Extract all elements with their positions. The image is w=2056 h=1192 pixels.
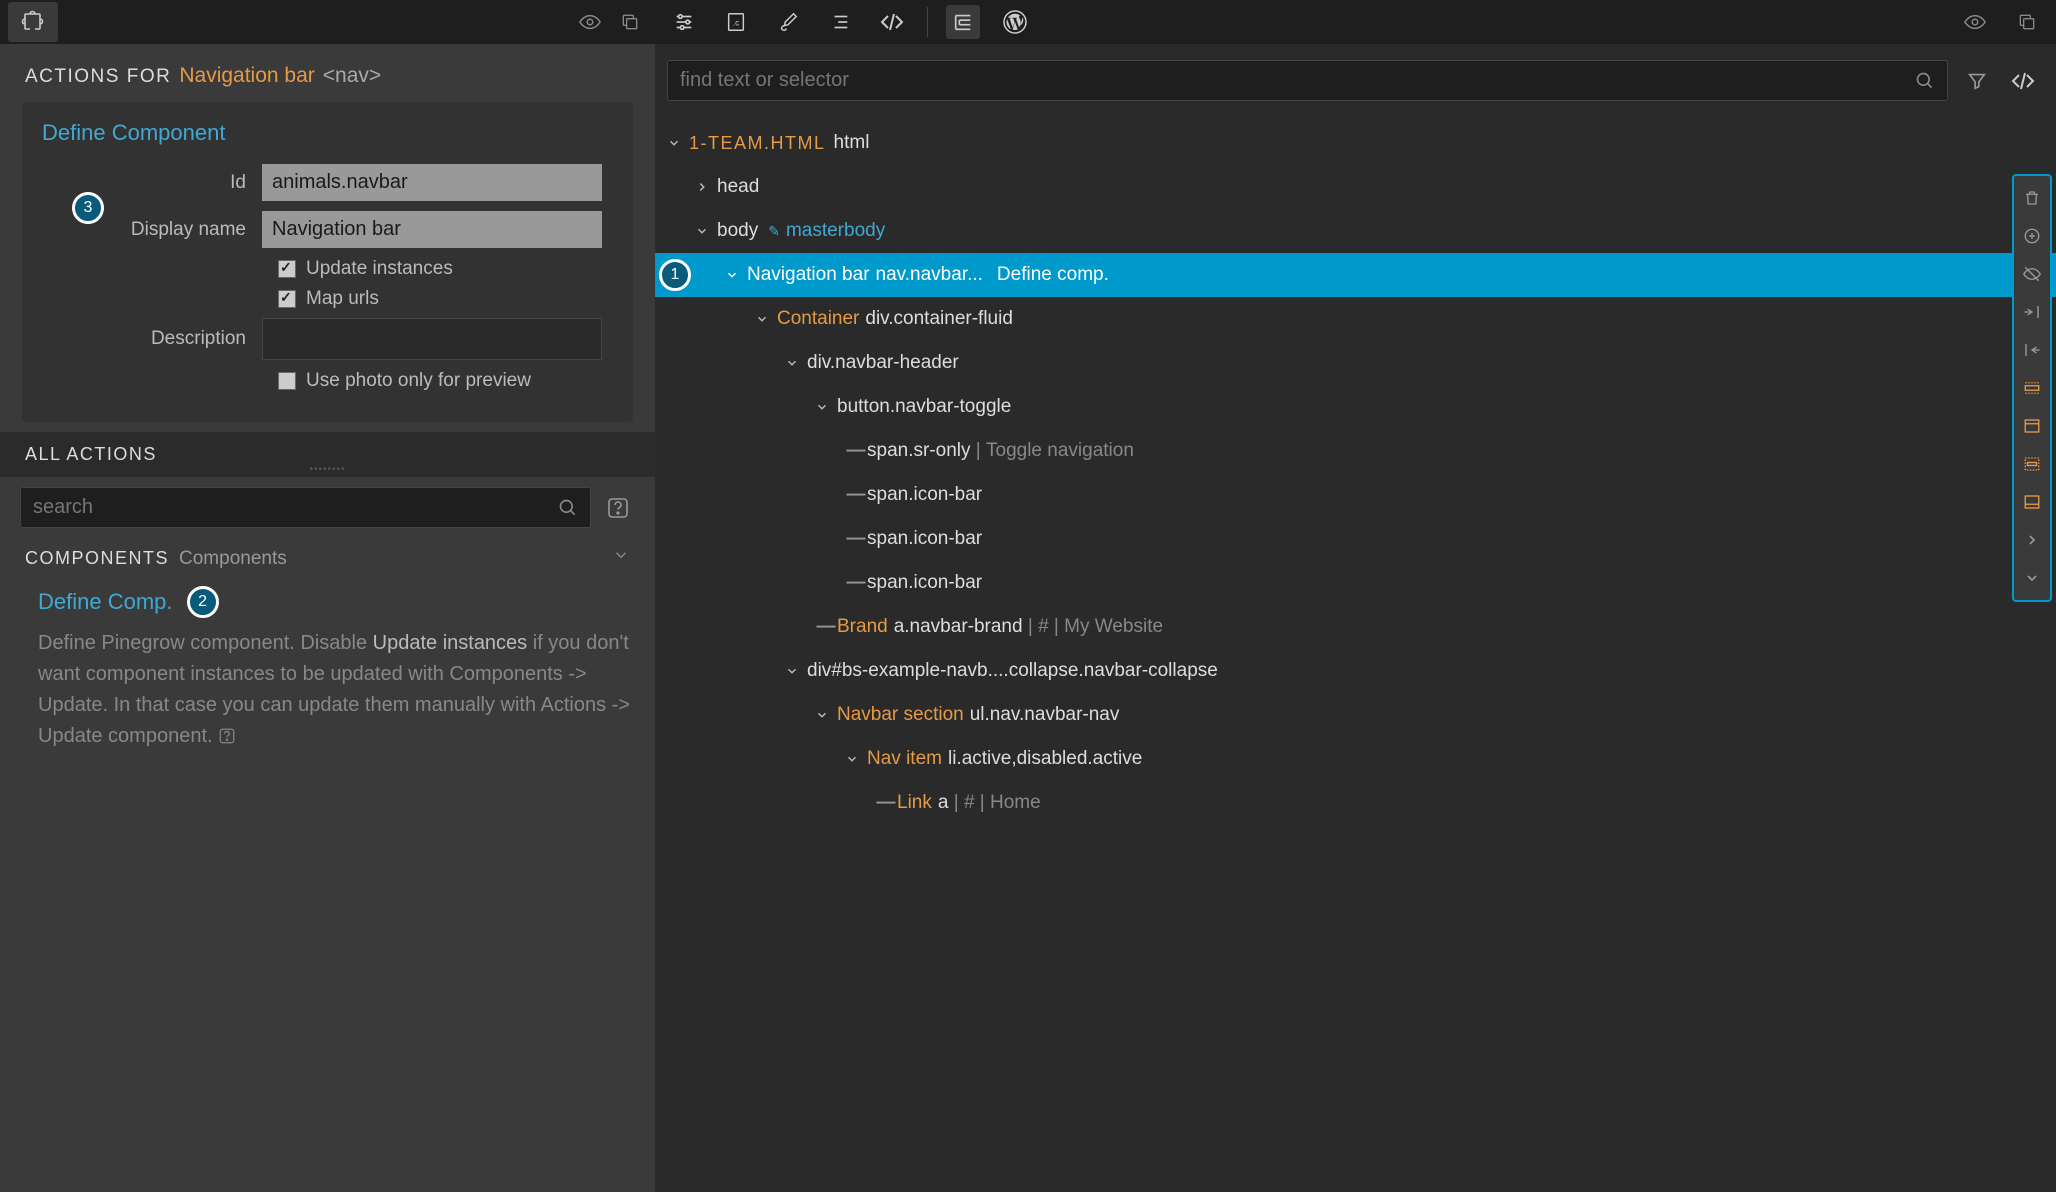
search-icon [1915, 71, 1935, 91]
tree-row-navsection[interactable]: Navbar section ul.nav.navbar-nav [655, 693, 2056, 737]
sliders-icon[interactable] [667, 5, 701, 39]
display-name-label: Display name [42, 219, 262, 241]
display-name-input[interactable] [262, 211, 602, 248]
vertical-toolbar [2012, 174, 2052, 602]
define-comp-link[interactable]: Define Comp. [38, 589, 173, 615]
description-input[interactable] [262, 318, 602, 360]
actions-panel: ACTIONS FOR Navigation bar <nav> 3 Defin… [0, 44, 655, 1192]
add-circle-icon[interactable] [2016, 218, 2048, 254]
tree-row-collapse[interactable]: div#bs-example-navb....collapse.navbar-c… [655, 649, 2056, 693]
copy-icon[interactable] [613, 5, 647, 39]
wordpress-icon[interactable] [998, 5, 1032, 39]
description-label: Description [42, 328, 262, 350]
tree-row-selected[interactable]: Navigation bar nav.navbar... Define comp… [655, 253, 2056, 297]
code-icon[interactable] [875, 5, 909, 39]
tree-row-brand[interactable]: — Brand a.navbar-brand | # | My Website [655, 605, 2056, 649]
tree-icon[interactable] [946, 5, 980, 39]
svg-text:.c: .c [733, 19, 739, 28]
eye-right-icon[interactable] [1958, 5, 1992, 39]
pencil-icon[interactable]: ✎ [768, 223, 780, 240]
tree-row-toggle[interactable]: button.navbar-toggle [655, 385, 2056, 429]
tree-search-input[interactable] [680, 69, 1915, 92]
code-toggle-icon[interactable] [2006, 64, 2040, 98]
map-urls-checkbox[interactable] [278, 290, 296, 308]
tree-row-link[interactable]: — Link a | # | Home [655, 781, 2056, 825]
id-input[interactable] [262, 164, 602, 201]
annotation-badge-1: 1 [659, 259, 691, 291]
indent-right-icon[interactable] [2016, 294, 2048, 330]
tree-row-head[interactable]: head [655, 165, 2056, 209]
tree-panel: 1-TEAM.HTML html head body ✎ masterbody … [655, 44, 2056, 1192]
top-toolbar: .c [0, 0, 2056, 44]
section-icon[interactable] [2016, 370, 2048, 406]
layout-top-icon[interactable] [2016, 408, 2048, 444]
annotation-badge-2: 2 [187, 586, 219, 618]
actions-for-label: ACTIONS FOR [25, 66, 171, 88]
layout-mid-icon[interactable] [2016, 446, 2048, 482]
actions-search-box[interactable] [20, 487, 591, 528]
actions-header: ACTIONS FOR Navigation bar <nav> [0, 44, 655, 102]
chevron-down-icon [612, 546, 630, 564]
define-comp-description: Define Pinegrow component. Disable Updat… [0, 622, 655, 772]
tree-row-navheader[interactable]: div.navbar-header [655, 341, 2056, 385]
use-photo-checkbox[interactable] [278, 372, 296, 390]
copy-right-icon[interactable] [2010, 5, 2044, 39]
define-component-panel: 3 Define Component Id Display name Updat… [22, 102, 633, 422]
tree-row-file[interactable]: 1-TEAM.HTML html [655, 121, 2056, 165]
tree-row-sronly[interactable]: — span.sr-only | Toggle navigation [655, 429, 2056, 473]
id-label: Id [42, 172, 262, 194]
dom-tree: 1-TEAM.HTML html head body ✎ masterbody … [655, 117, 2056, 1192]
tree-search-box[interactable] [667, 60, 1948, 101]
help-icon[interactable] [601, 491, 635, 525]
tree-row-iconbar[interactable]: —span.icon-bar [655, 473, 2056, 517]
help-inline-icon[interactable] [218, 727, 236, 745]
all-actions-header[interactable]: ALL ACTIONS •••••••• [0, 432, 655, 477]
eye-off-icon[interactable] [2016, 256, 2048, 292]
use-photo-label: Use photo only for preview [306, 370, 531, 392]
actions-search-input[interactable] [33, 496, 558, 519]
components-section-header[interactable]: COMPONENTS Components [0, 538, 655, 578]
list-icon[interactable] [823, 5, 857, 39]
puzzle-icon[interactable] [8, 2, 58, 42]
drag-handle[interactable]: •••••••• [309, 464, 345, 475]
define-component-title[interactable]: Define Component [42, 120, 613, 146]
layout-bottom-icon[interactable] [2016, 484, 2048, 520]
indent-left-icon[interactable] [2016, 332, 2048, 368]
tree-row-body[interactable]: body ✎ masterbody [655, 209, 2056, 253]
target-tag: <nav> [323, 64, 381, 88]
eye-icon[interactable] [573, 5, 607, 39]
search-icon [558, 498, 578, 518]
target-name: Navigation bar [179, 64, 314, 88]
css-file-icon[interactable]: .c [719, 5, 753, 39]
trash-icon[interactable] [2016, 180, 2048, 216]
chevron-down-icon[interactable] [2016, 560, 2048, 596]
annotation-badge-3: 3 [72, 192, 104, 224]
brush-icon[interactable] [771, 5, 805, 39]
tree-row-iconbar[interactable]: —span.icon-bar [655, 517, 2056, 561]
tree-row-container[interactable]: Container div.container-fluid [655, 297, 2056, 341]
tree-row-iconbar[interactable]: —span.icon-bar [655, 561, 2056, 605]
map-urls-label: Map urls [306, 288, 379, 310]
tree-row-navitem[interactable]: Nav item li.active,disabled.active [655, 737, 2056, 781]
filter-icon[interactable] [1960, 64, 1994, 98]
chevron-right-icon[interactable] [2016, 522, 2048, 558]
update-instances-label: Update instances [306, 258, 453, 280]
update-instances-checkbox[interactable] [278, 260, 296, 278]
